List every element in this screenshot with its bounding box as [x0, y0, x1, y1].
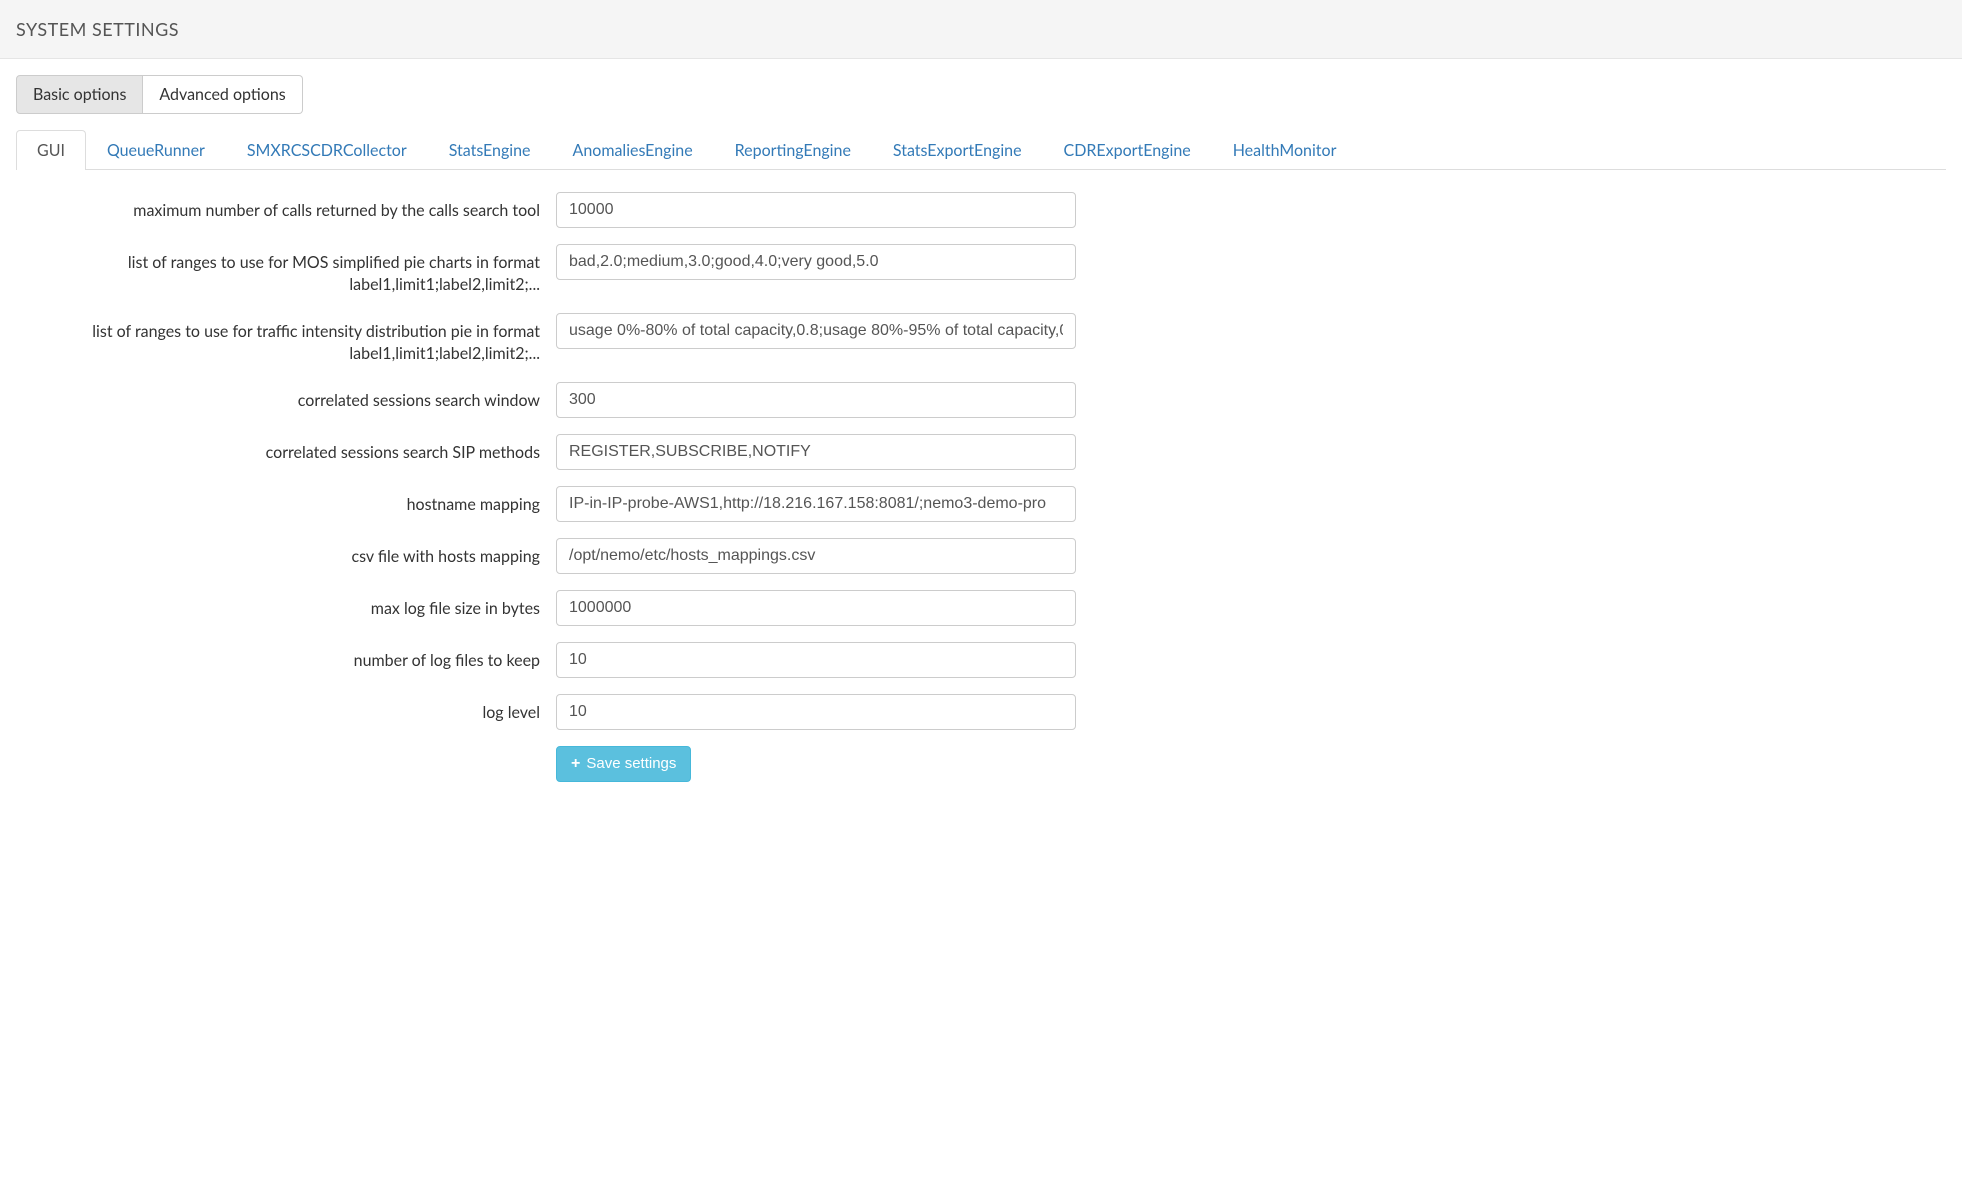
row-log-level: log level	[16, 694, 1116, 730]
row-hostname-mapping: hostname mapping	[16, 486, 1116, 522]
label-csv-hosts-mapping: csv file with hosts mapping	[16, 538, 556, 568]
label-hostname-mapping: hostname mapping	[16, 486, 556, 516]
input-max-log-size[interactable]	[556, 590, 1076, 626]
row-mos-ranges: list of ranges to use for MOS simplified…	[16, 244, 1116, 297]
input-correlated-window[interactable]	[556, 382, 1076, 418]
tab-advanced-options[interactable]: Advanced options	[143, 75, 302, 114]
input-log-level[interactable]	[556, 694, 1076, 730]
label-max-calls: maximum number of calls returned by the …	[16, 192, 556, 222]
row-traffic-ranges: list of ranges to use for traffic intens…	[16, 313, 1116, 366]
label-traffic-ranges: list of ranges to use for traffic intens…	[16, 313, 556, 366]
header-bar: SYSTEM SETTINGS	[0, 0, 1962, 59]
row-correlated-methods: correlated sessions search SIP methods	[16, 434, 1116, 470]
form-area: maximum number of calls returned by the …	[16, 192, 1116, 782]
subtab-anomaliesengine[interactable]: AnomaliesEngine	[552, 130, 714, 170]
input-csv-hosts-mapping[interactable]	[556, 538, 1076, 574]
subtab-queuerunner[interactable]: QueueRunner	[86, 130, 226, 170]
save-settings-button[interactable]: + Save settings	[556, 746, 691, 782]
save-button-label: Save settings	[586, 755, 676, 772]
button-row: + Save settings	[16, 746, 1116, 782]
input-traffic-ranges[interactable]	[556, 313, 1076, 349]
row-max-log-size: max log file size in bytes	[16, 590, 1116, 626]
input-correlated-methods[interactable]	[556, 434, 1076, 470]
subtab-statsexportengine[interactable]: StatsExportEngine	[872, 130, 1043, 170]
page-title: SYSTEM SETTINGS	[16, 18, 1946, 40]
subtab-smxrcscdrcollector[interactable]: SMXRCSCDRCollector	[226, 130, 428, 170]
row-csv-hosts-mapping: csv file with hosts mapping	[16, 538, 1116, 574]
row-num-log-files: number of log files to keep	[16, 642, 1116, 678]
tab-basic-options[interactable]: Basic options	[16, 75, 143, 114]
label-mos-ranges: list of ranges to use for MOS simplified…	[16, 244, 556, 297]
option-tabs: Basic options Advanced options	[16, 75, 1946, 114]
input-hostname-mapping[interactable]	[556, 486, 1076, 522]
subtab-gui[interactable]: GUI	[16, 130, 86, 170]
label-max-log-size: max log file size in bytes	[16, 590, 556, 620]
subtab-reportingengine[interactable]: ReportingEngine	[714, 130, 872, 170]
label-correlated-window: correlated sessions search window	[16, 382, 556, 412]
subtab-healthmonitor[interactable]: HealthMonitor	[1212, 130, 1358, 170]
input-num-log-files[interactable]	[556, 642, 1076, 678]
input-mos-ranges[interactable]	[556, 244, 1076, 280]
label-log-level: log level	[16, 694, 556, 724]
label-num-log-files: number of log files to keep	[16, 642, 556, 672]
row-max-calls: maximum number of calls returned by the …	[16, 192, 1116, 228]
sub-tabs: GUI QueueRunner SMXRCSCDRCollector Stats…	[16, 130, 1946, 170]
row-correlated-window: correlated sessions search window	[16, 382, 1116, 418]
input-max-calls[interactable]	[556, 192, 1076, 228]
label-correlated-methods: correlated sessions search SIP methods	[16, 434, 556, 464]
subtab-statsengine[interactable]: StatsEngine	[428, 130, 552, 170]
plus-icon: +	[571, 755, 580, 773]
button-spacer	[16, 746, 556, 782]
content-area: Basic options Advanced options GUI Queue…	[0, 59, 1962, 798]
subtab-cdrexportengine[interactable]: CDRExportEngine	[1043, 130, 1212, 170]
